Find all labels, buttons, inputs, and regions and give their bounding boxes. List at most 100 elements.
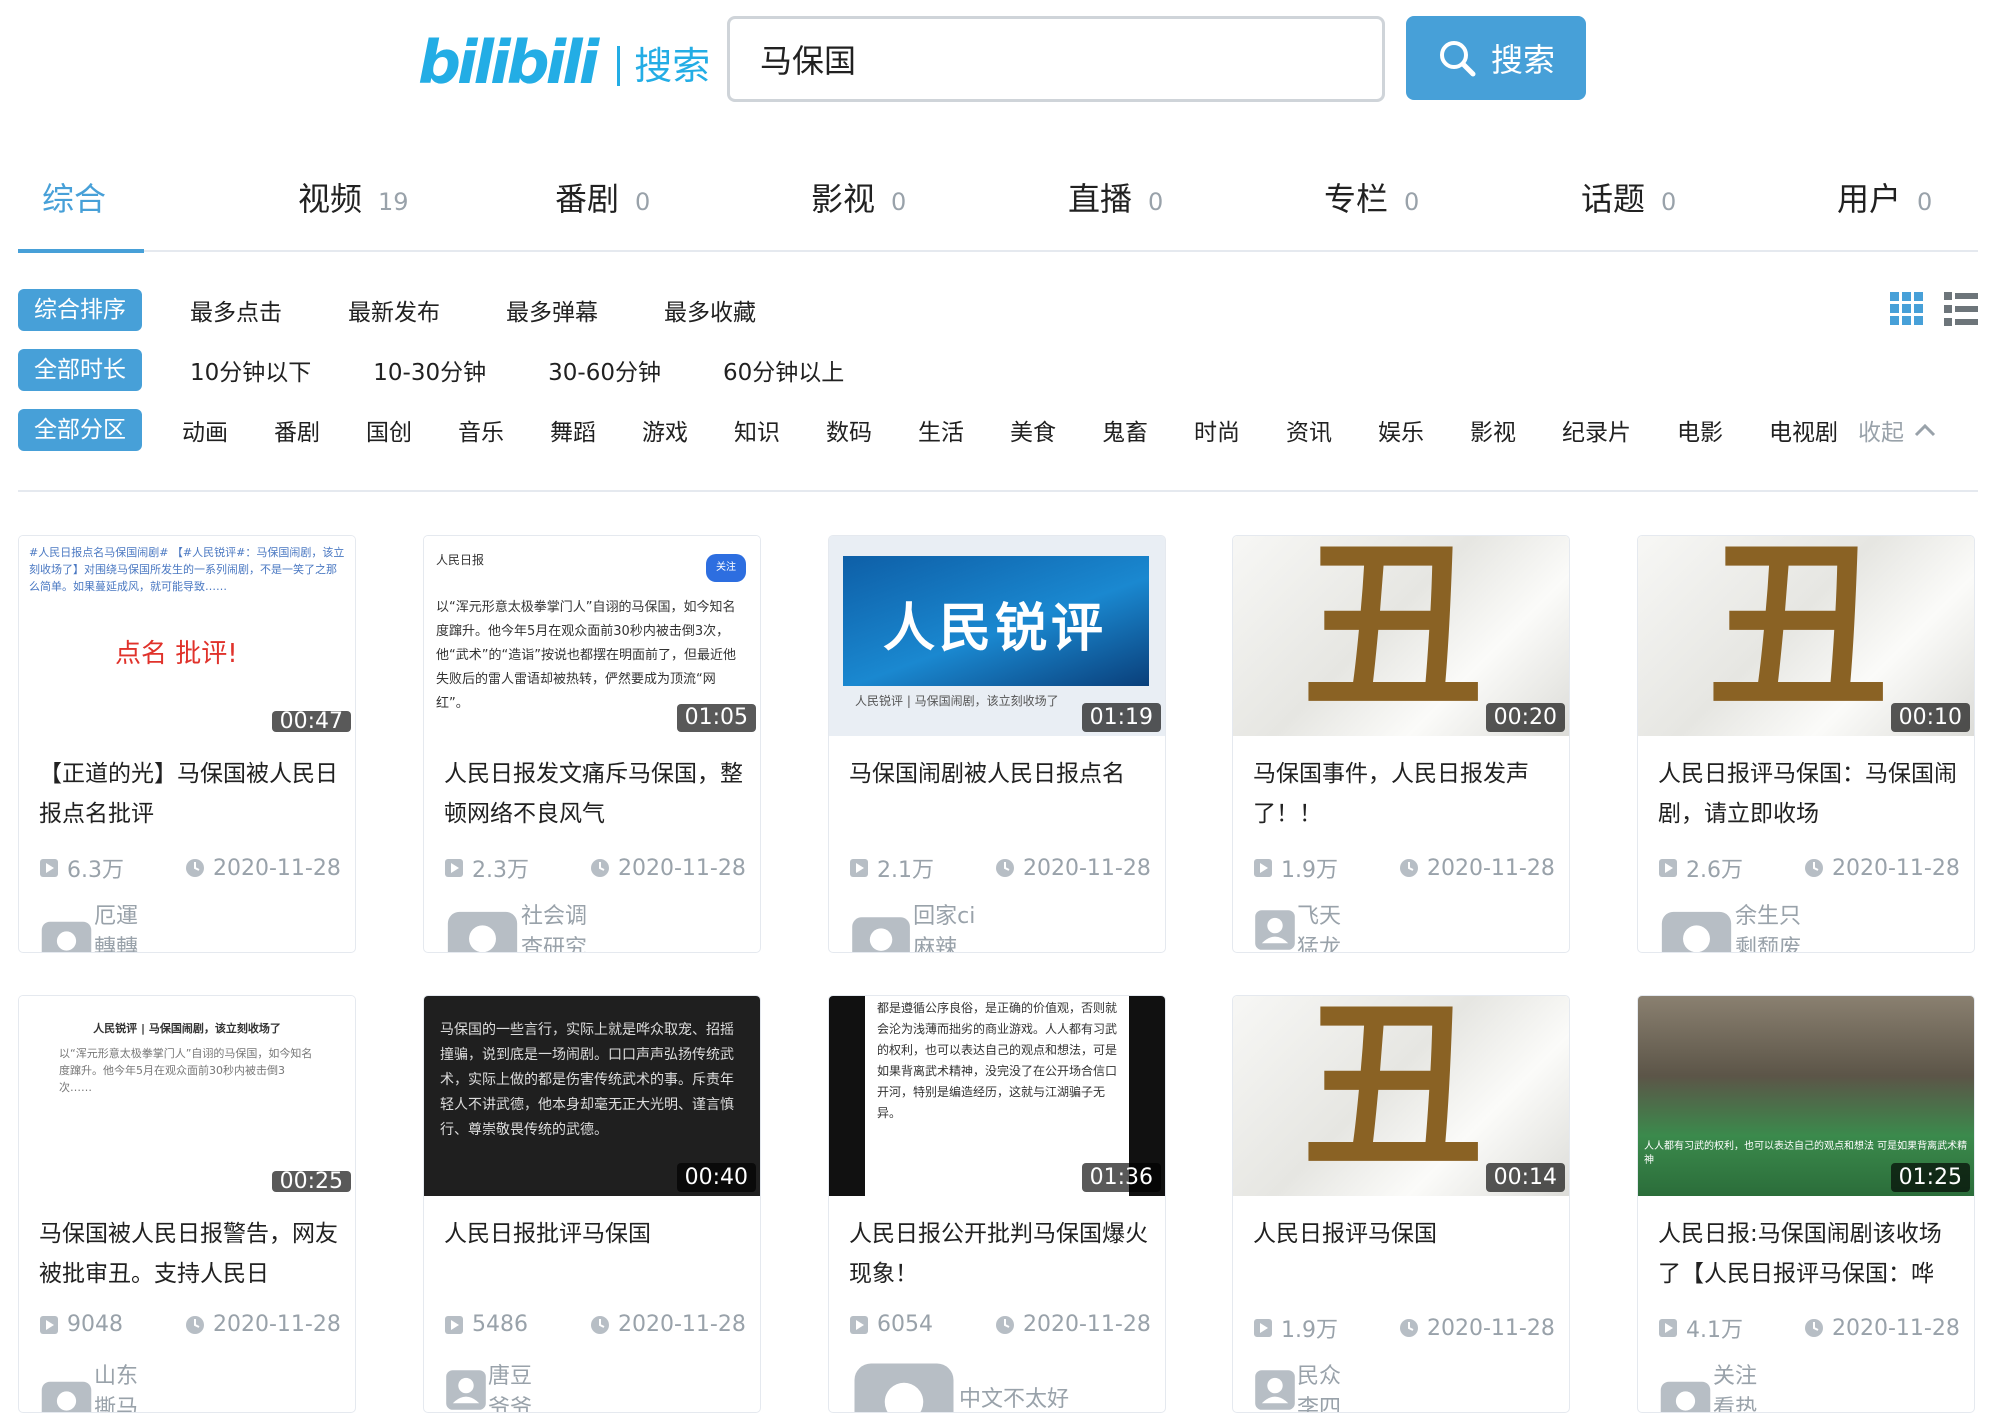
video-stats: 2.6万 2020-11-28 [1658, 852, 1960, 884]
zone-item[interactable]: 知识 [734, 413, 780, 447]
video-stats: 5486 2020-11-28 [444, 1312, 746, 1337]
filter-divider [18, 490, 1978, 492]
video-thumbnail[interactable]: 都是遵循公序良俗，是正确的价值观，否则就会沦为浅薄而拙劣的商业游戏。人人都有习武… [829, 996, 1165, 1196]
zone-collapse-button[interactable]: 收起 [1858, 413, 1904, 447]
duration-all-button[interactable]: 全部时长 [18, 349, 142, 391]
zone-item[interactable]: 游戏 [642, 413, 688, 447]
tab-count: 19 [378, 188, 409, 216]
tab-film[interactable]: 影视 0 [811, 174, 906, 220]
video-card[interactable]: 丑 00:14 人民日报评马保国 1.9万 2020-11-28 民众李四 [1232, 995, 1570, 1413]
video-card[interactable]: 马保国的一些言行，实际上就是哗众取宠、招摇撞骗，说到底是一场闹剧。口口声声弘扬传… [423, 995, 761, 1413]
video-title[interactable]: 人民日报:马保国闹剧该收场了【人民日报评马保国：哗 [1658, 1214, 1958, 1294]
sort-most-favorites[interactable]: 最多收藏 [664, 293, 756, 327]
author-name: 社会调查研究员 [521, 904, 588, 953]
tab-all[interactable]: 综合 [42, 174, 106, 220]
duration-under-10[interactable]: 10分钟以下 [190, 353, 311, 387]
tab-video[interactable]: 视频 19 [298, 174, 409, 220]
video-card[interactable]: 丑 00:20 马保国事件，人民日报发声了！！ 1.9万 2020-11-28 … [1232, 535, 1570, 953]
search-icon [1439, 41, 1476, 77]
zone-item[interactable]: 国创 [366, 413, 412, 447]
video-card[interactable]: 人人都有习武的权利，也可以表达自己的观点和想法 可是如果背离武术精神 01:25… [1637, 995, 1975, 1413]
video-card[interactable]: #人民日报点名马保国闹剧# 【#人民锐评#：马保国闹剧，该立刻收场了】对围绕马保… [18, 535, 356, 953]
zone-item[interactable]: 电影 [1677, 413, 1723, 447]
duration-10-30[interactable]: 10-30分钟 [373, 353, 486, 387]
zone-item[interactable]: 生活 [918, 413, 964, 447]
search-input[interactable] [730, 19, 1382, 99]
duration-over-60[interactable]: 60分钟以上 [723, 353, 844, 387]
zone-item[interactable]: 动画 [182, 413, 228, 447]
video-author[interactable]: 飞天猛龙 [1253, 898, 1341, 952]
tab-live[interactable]: 直播 0 [1068, 174, 1163, 220]
zone-item[interactable]: 音乐 [458, 413, 504, 447]
tab-label: 影视 [811, 180, 876, 218]
video-author[interactable]: 山东撕马男 [39, 1358, 149, 1412]
zone-item[interactable]: 舞蹈 [550, 413, 596, 447]
video-author[interactable]: 社会调查研究员 [444, 898, 598, 953]
video-author[interactable]: 厄運轉轉神 [39, 898, 149, 952]
video-thumbnail[interactable]: #人民日报点名马保国闹剧# 【#人民锐评#：马保国闹剧，该立刻收场了】对围绕马保… [19, 536, 355, 736]
sort-newest[interactable]: 最新发布 [348, 293, 440, 327]
video-stats: 1.9万 2020-11-28 [1253, 852, 1555, 884]
tab-label: 专栏 [1324, 180, 1389, 218]
zone-item[interactable]: 纪录片 [1562, 413, 1631, 447]
chevron-up-icon[interactable] [1914, 423, 1936, 437]
zone-item[interactable]: 娱乐 [1378, 413, 1424, 447]
list-view-icon[interactable] [1944, 292, 1978, 326]
video-title[interactable]: 人民日报发文痛斥马保国，整顿网络不良风气 [444, 754, 744, 834]
video-title[interactable]: 马保国闹剧被人民日报点名 [849, 754, 1149, 834]
thumbnail-overlay-text: 点名 批评! [115, 639, 238, 669]
tab-bangumi[interactable]: 番剧 0 [555, 174, 650, 220]
video-title[interactable]: 马保国事件，人民日报发声了！！ [1253, 754, 1553, 834]
upload-date: 2020-11-28 [618, 1312, 746, 1337]
zone-item[interactable]: 时尚 [1194, 413, 1240, 447]
zone-item[interactable]: 影视 [1470, 413, 1516, 447]
video-thumbnail[interactable]: 丑 00:10 [1638, 536, 1974, 736]
video-thumbnail[interactable]: 人民锐评 人民锐评 | 马保国闹剧，该立刻收场了 01:19 [829, 536, 1165, 736]
video-title[interactable]: 【正道的光】马保国被人民日报点名批评 [39, 754, 339, 834]
video-title[interactable]: 人民日报评马保国：马保国闹剧，请立即收场 [1658, 754, 1958, 834]
video-thumbnail[interactable]: 丑 00:14 [1233, 996, 1569, 1196]
thumbnail-overlay-text: 马保国的一些言行，实际上就是哗众取宠、招摇撞骗，说到底是一场闹剧。口口声声弘扬传… [440, 1022, 734, 1138]
video-title[interactable]: 人民日报批评马保国 [444, 1214, 744, 1294]
video-author[interactable]: 唐豆爷爷 [444, 1358, 532, 1412]
zone-item[interactable]: 番剧 [274, 413, 320, 447]
sort-default-button[interactable]: 综合排序 [18, 289, 142, 331]
bilibili-logo[interactable]: bilibili 搜索 [418, 28, 710, 98]
video-card[interactable]: 人民锐评 人民锐评 | 马保国闹剧，该立刻收场了 01:19 马保国闹剧被人民日… [828, 535, 1166, 953]
video-author[interactable]: 民众李四 [1253, 1358, 1341, 1412]
video-thumbnail[interactable]: 人人都有习武的权利，也可以表达自己的观点和想法 可是如果背离武术精神 01:25 [1638, 996, 1974, 1196]
duration-30-60[interactable]: 30-60分钟 [548, 353, 661, 387]
video-author[interactable]: 回家ci麻辣拌 [849, 898, 977, 952]
video-card[interactable]: 都是遵循公序良俗，是正确的价值观，否则就会沦为浅薄而拙劣的商业游戏。人人都有习武… [828, 995, 1166, 1413]
video-card[interactable]: 人民锐评 | 马保国闹剧，该立刻收场了 以“浑元形意太极拳掌门人”自诩的马保国，… [18, 995, 356, 1413]
video-thumbnail[interactable]: 人民锐评 | 马保国闹剧，该立刻收场了 以“浑元形意太极拳掌门人”自诩的马保国，… [19, 996, 355, 1196]
video-title[interactable]: 人民日报评马保国 [1253, 1214, 1553, 1294]
video-card[interactable]: 丑 00:10 人民日报评马保国：马保国闹剧，请立即收场 2.6万 2020-1… [1637, 535, 1975, 953]
video-thumbnail[interactable]: 人民日报 关注 以“浑元形意太极拳掌门人”自诩的马保国，如今知名度蹿升。他今年5… [424, 536, 760, 736]
sort-most-clicks[interactable]: 最多点击 [190, 293, 282, 327]
video-author[interactable]: 中文不太好的潘婷骑士 [849, 1358, 1069, 1412]
video-thumbnail[interactable]: 丑 00:20 [1233, 536, 1569, 736]
tab-article[interactable]: 专栏 0 [1324, 174, 1419, 220]
zone-item[interactable]: 鬼畜 [1102, 413, 1148, 447]
grid-view-icon[interactable] [1890, 292, 1924, 326]
zone-all-button[interactable]: 全部分区 [18, 409, 142, 451]
video-thumbnail[interactable]: 马保国的一些言行，实际上就是哗众取宠、招摇撞骗，说到底是一场闹剧。口口声声弘扬传… [424, 996, 760, 1196]
video-author[interactable]: 余生只剩颓废了 [1658, 898, 1812, 952]
tab-count: 0 [1661, 188, 1677, 216]
sort-most-danmaku[interactable]: 最多弹幕 [506, 293, 598, 327]
zone-item[interactable]: 美食 [1010, 413, 1056, 447]
video-author[interactable]: 关注看热点 [1658, 1358, 1768, 1412]
tab-topic[interactable]: 话题 0 [1581, 174, 1676, 220]
zone-item[interactable]: 电视剧 [1769, 413, 1838, 447]
search-button[interactable]: 搜索 [1406, 16, 1586, 100]
zone-item[interactable]: 数码 [826, 413, 872, 447]
tab-user[interactable]: 用户 0 [1837, 174, 1932, 220]
zone-item[interactable]: 资讯 [1286, 413, 1332, 447]
video-duration: 00:20 [1485, 703, 1565, 732]
thumbnail-overlay-text: 丑 [1708, 536, 1889, 732]
video-card[interactable]: 人民日报 关注 以“浑元形意太极拳掌门人”自诩的马保国，如今知名度蹿升。他今年5… [423, 535, 761, 953]
uploader-icon [1255, 1370, 1295, 1410]
video-title[interactable]: 马保国被人民日报警告，网友被批审丑。支持人民日 [39, 1214, 339, 1294]
video-title[interactable]: 人民日报公开批判马保国爆火现象！ [849, 1214, 1149, 1294]
